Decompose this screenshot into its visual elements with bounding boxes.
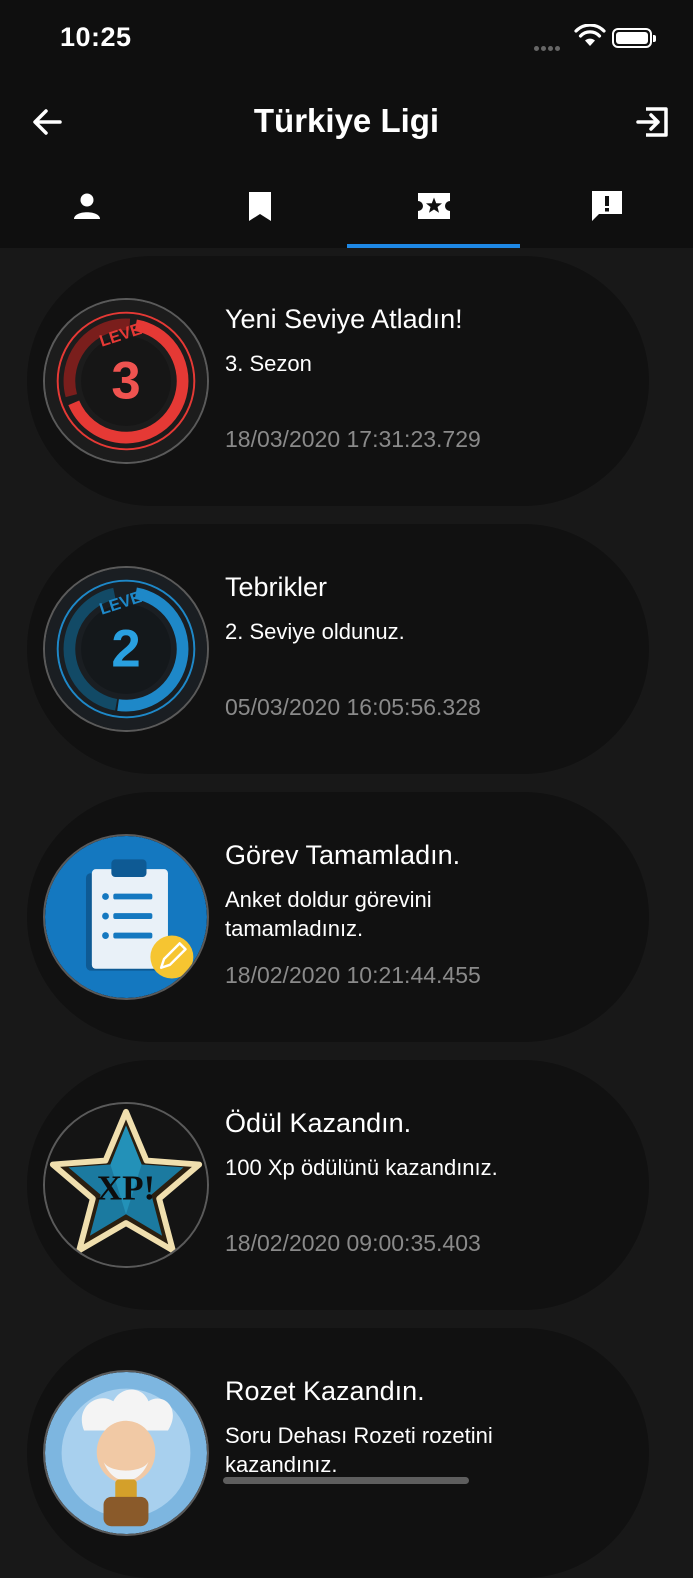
notification-card[interactable]: Görev Tamamladın. Anket doldur görevini … [27, 792, 649, 1042]
star-ticket-icon [417, 193, 450, 219]
notification-card[interactable]: Rozet Kazandın. Soru Dehası Rozeti rozet… [27, 1328, 649, 1578]
person-icon [73, 193, 100, 219]
notification-card[interactable]: XP! Ödül Kazandın. 100 Xp ödülünü kazand… [27, 1060, 649, 1310]
card-body: Soru Dehası Rozeti rozetini kazandınız. [225, 1423, 493, 1477]
genius-badge [43, 1370, 209, 1536]
card-body: 100 Xp ödülünü kazandınız. [225, 1155, 498, 1180]
card-title: Yeni Seviye Atladın! [225, 304, 463, 334]
clipboard-badge [43, 834, 209, 1000]
card-date: 18/02/2020 10:21:44.455 [225, 962, 481, 988]
battery-icon [612, 28, 656, 48]
badge-xp-label: XP! [97, 1169, 156, 1208]
tab-bookmarks[interactable] [173, 170, 346, 248]
card-title: Rozet Kazandın. [225, 1376, 425, 1406]
exit-button[interactable] [632, 102, 672, 142]
feedback-icon [591, 191, 622, 221]
tab-feedback[interactable] [520, 170, 693, 248]
notification-card[interactable]: LEVEL 2 Tebrikler 2. Seviye oldunuz. 05/… [27, 524, 649, 774]
card-title: Ödül Kazandın. [225, 1108, 412, 1138]
badge-level-number: 2 [111, 620, 140, 679]
card-date: 18/03/2020 17:31:23.729 [225, 426, 481, 452]
card-date: 18/02/2020 09:00:35.403 [225, 1230, 481, 1256]
card-body: 3. Sezon [225, 351, 312, 376]
status-bar: 10:25 [0, 0, 693, 80]
app-bar: Türkiye Ligi [0, 80, 693, 170]
badge-level-number: 3 [111, 352, 140, 411]
notification-card[interactable]: LEVEL 3 Yeni Seviye Atladın! 3. Sezon 18… [27, 256, 649, 506]
card-title: Tebrikler [225, 572, 328, 602]
level-3-badge: LEVEL 3 [43, 298, 209, 464]
exit-icon [636, 107, 668, 137]
card-body: Anket doldur görevini tamamladınız. [225, 887, 432, 941]
signal-icon [534, 38, 562, 56]
tab-profile[interactable] [0, 170, 173, 248]
wifi-icon [574, 23, 606, 53]
status-time: 10:25 [60, 22, 132, 52]
tab-bar [0, 170, 693, 248]
home-indicator [223, 1477, 469, 1484]
card-body: 2. Seviye oldunuz. [225, 619, 405, 644]
level-2-badge: LEVEL 2 [43, 566, 209, 732]
tab-achievements[interactable] [347, 170, 520, 248]
bookmark-icon [248, 192, 271, 221]
card-title: Görev Tamamladın. [225, 840, 461, 870]
xp-star-badge: XP! [43, 1102, 209, 1268]
page-title: Türkiye Ligi [253, 102, 440, 139]
active-tab-indicator [347, 244, 520, 248]
card-date: 05/03/2020 16:05:56.328 [225, 694, 481, 720]
